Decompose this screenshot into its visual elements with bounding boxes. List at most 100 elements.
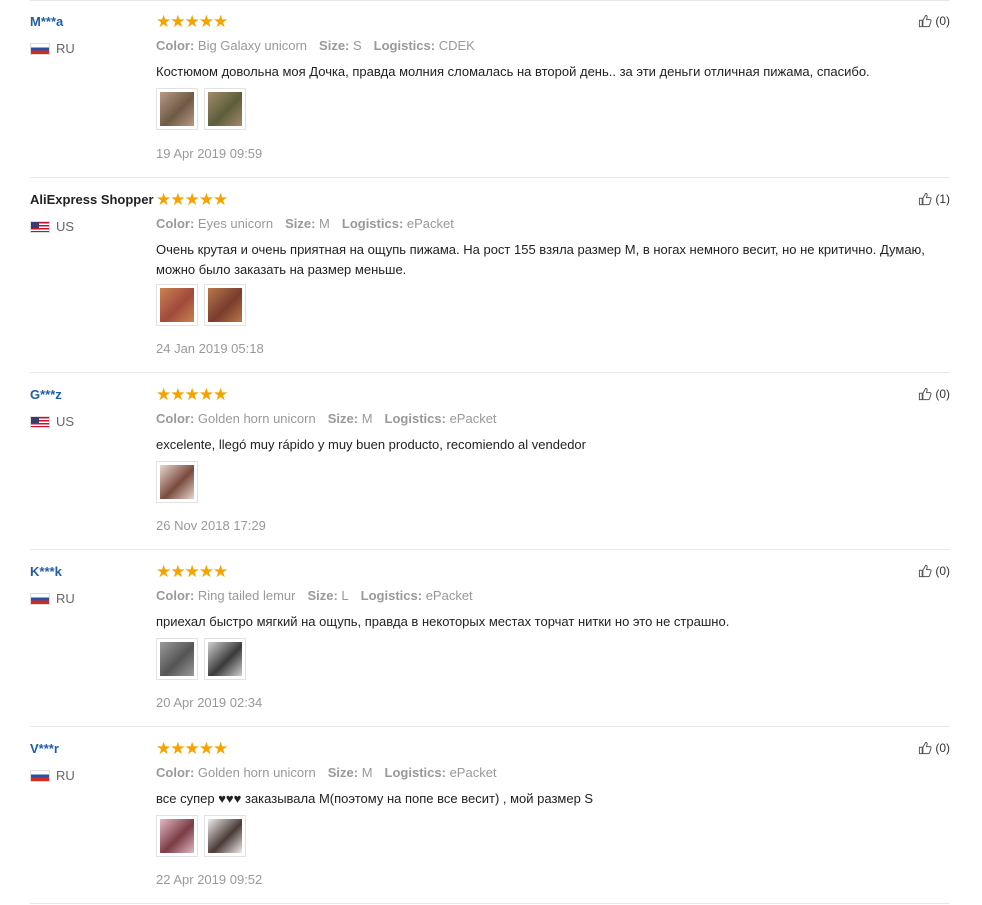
reviewer-country: RU bbox=[30, 591, 75, 606]
review-date: 22 Apr 2019 09:52 bbox=[156, 872, 263, 887]
review-item: M***a RU ★★★★★ Color: Big Galaxy unicorn Siz… bbox=[30, 0, 950, 178]
review-photos bbox=[156, 88, 246, 130]
review-photo-thumbnail[interactable] bbox=[156, 284, 198, 326]
helpful-button[interactable]: (1) bbox=[918, 192, 950, 206]
logistics-value: ePacket bbox=[425, 588, 473, 603]
reviewer-name[interactable]: M***a bbox=[30, 14, 63, 29]
flag-icon bbox=[30, 592, 50, 605]
color-label: Color: bbox=[156, 765, 195, 780]
color-value: Eyes unicorn bbox=[197, 216, 274, 231]
photo-image bbox=[208, 642, 242, 676]
review-photo-thumbnail[interactable] bbox=[156, 461, 198, 503]
review-photos bbox=[156, 815, 246, 857]
flag-icon bbox=[30, 415, 50, 428]
review-photo-thumbnail[interactable] bbox=[156, 88, 198, 130]
size-value: M bbox=[319, 216, 330, 231]
review-photos bbox=[156, 461, 198, 503]
logistics-value: ePacket bbox=[449, 411, 497, 426]
size-value: M bbox=[361, 765, 373, 780]
review-text: приехал быстро мягкий на ощупь, правда в… bbox=[156, 614, 730, 629]
logistics-label: Logistics: bbox=[341, 216, 404, 231]
photo-image bbox=[160, 819, 194, 853]
helpful-button[interactable]: (0) bbox=[918, 387, 950, 401]
helpful-button[interactable]: (0) bbox=[918, 564, 950, 578]
photo-image bbox=[208, 92, 242, 126]
country-code: US bbox=[56, 219, 75, 234]
review-text: Костюмом довольна моя Дочка, правда молн… bbox=[156, 64, 870, 79]
color-label: Color: bbox=[156, 411, 195, 426]
rating-stars: ★★★★★ bbox=[156, 739, 228, 758]
country-code: RU bbox=[56, 591, 75, 606]
review-text: Очень крутая и очень приятная на ощупь п… bbox=[156, 242, 925, 277]
helpful-count: (0) bbox=[935, 564, 950, 578]
review-text: excelente, llegó muy rápido y muy buen p… bbox=[156, 437, 586, 452]
review-date: 24 Jan 2019 05:18 bbox=[156, 341, 264, 356]
size-label: Size: bbox=[319, 38, 350, 53]
review-date: 26 Nov 2018 17:29 bbox=[156, 518, 266, 533]
thumbs-up-icon bbox=[918, 564, 935, 578]
thumbs-up-icon bbox=[918, 192, 935, 206]
flag-icon bbox=[30, 42, 50, 55]
rating-stars: ★★★★★ bbox=[156, 562, 228, 581]
product-attributes: Color: Eyes unicorn Size: M Logistics: ePa… bbox=[156, 216, 454, 231]
flag-icon bbox=[30, 769, 50, 782]
helpful-count: (0) bbox=[935, 741, 950, 755]
product-attributes: Color: Golden horn unicorn Size: M Logisti… bbox=[156, 411, 497, 426]
review-photo-thumbnail[interactable] bbox=[204, 284, 246, 326]
logistics-label: Logistics: bbox=[373, 38, 436, 53]
reviewer-country: US bbox=[30, 219, 74, 234]
photo-image bbox=[160, 642, 194, 676]
country-code: US bbox=[56, 414, 75, 429]
photo-image bbox=[208, 819, 242, 853]
review-photos bbox=[156, 284, 246, 326]
photo-image bbox=[160, 92, 194, 126]
country-code: RU bbox=[56, 768, 75, 783]
review-item: K***k RU ★★★★★ Color: Ring tailed lemur Size… bbox=[30, 550, 950, 727]
flag-icon bbox=[30, 220, 50, 233]
review-date: 19 Apr 2019 09:59 bbox=[156, 146, 263, 161]
color-label: Color: bbox=[156, 216, 195, 231]
color-value: Golden horn unicorn bbox=[197, 411, 316, 426]
review-text: все супер ♥♥♥ заказывала М(поэтому на по… bbox=[156, 791, 594, 806]
thumbs-up-icon bbox=[918, 741, 935, 755]
logistics-value: CDEK bbox=[438, 38, 475, 53]
logistics-value: ePacket bbox=[449, 765, 497, 780]
size-value: S bbox=[353, 38, 362, 53]
review-photo-thumbnail[interactable] bbox=[204, 815, 246, 857]
product-attributes: Color: Ring tailed lemur Size: L Logistics… bbox=[156, 588, 473, 603]
review-photo-thumbnail[interactable] bbox=[204, 88, 246, 130]
size-label: Size: bbox=[307, 588, 338, 603]
reviewer-name[interactable]: V***r bbox=[30, 741, 59, 756]
review-photo-thumbnail[interactable] bbox=[156, 638, 198, 680]
review-item: G***z US ★★★★★ Color: Golden horn unicorn Si… bbox=[30, 373, 950, 550]
reviewer-name[interactable]: AliExpress Shopper bbox=[30, 192, 154, 207]
photo-image bbox=[208, 288, 242, 322]
helpful-count: (1) bbox=[935, 192, 950, 206]
thumbs-up-icon bbox=[918, 387, 935, 401]
color-value: Ring tailed lemur bbox=[197, 588, 296, 603]
helpful-button[interactable]: (0) bbox=[918, 741, 950, 755]
reviewer-name[interactable]: G***z bbox=[30, 387, 62, 402]
review-photo-thumbnail[interactable] bbox=[156, 815, 198, 857]
size-label: Size: bbox=[285, 216, 316, 231]
size-label: Size: bbox=[327, 765, 359, 780]
thumbs-up-icon bbox=[918, 14, 935, 28]
helpful-count: (0) bbox=[935, 14, 950, 28]
photo-image bbox=[160, 465, 194, 499]
review-photos bbox=[156, 638, 246, 680]
review-photo-thumbnail[interactable] bbox=[204, 638, 246, 680]
photo-image bbox=[160, 288, 194, 322]
product-attributes: Color: Golden horn unicorn Size: M Logisti… bbox=[156, 765, 497, 780]
review-item: V***r RU ★★★★★ Color: Golden horn unicorn Si… bbox=[30, 727, 950, 904]
logistics-value: ePacket bbox=[406, 216, 454, 231]
reviewer-name[interactable]: K***k bbox=[30, 564, 62, 579]
size-value: L bbox=[341, 588, 349, 603]
reviewer-country: RU bbox=[30, 41, 75, 56]
reviewer-country: RU bbox=[30, 768, 75, 783]
helpful-button[interactable]: (0) bbox=[918, 14, 950, 28]
size-label: Size: bbox=[327, 411, 359, 426]
color-value: Big Galaxy unicorn bbox=[197, 38, 308, 53]
helpful-count: (0) bbox=[935, 387, 950, 401]
logistics-label: Logistics: bbox=[384, 411, 446, 426]
reviewer-country: US bbox=[30, 414, 74, 429]
